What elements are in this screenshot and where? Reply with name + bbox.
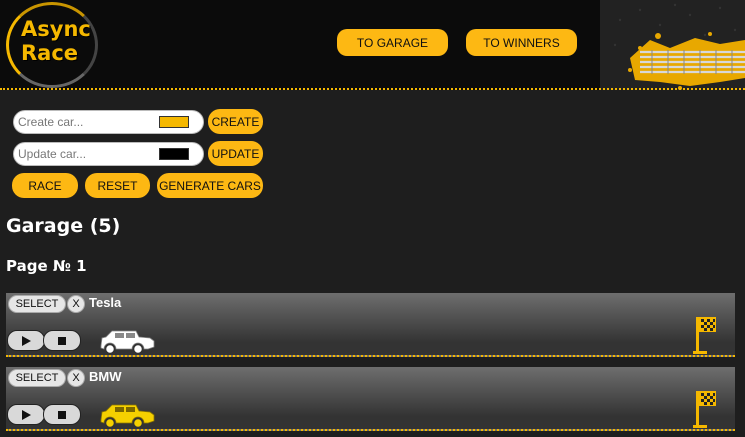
garage-title: Garage (5) bbox=[6, 215, 121, 237]
car-track: SELECT X Tesla bbox=[6, 293, 735, 357]
page-number: Page № 1 bbox=[6, 257, 87, 275]
logo[interactable]: Async Race bbox=[6, 2, 98, 88]
create-car-input[interactable]: Create car... bbox=[13, 110, 204, 134]
update-car-placeholder: Update car... bbox=[18, 147, 87, 161]
remove-car-button[interactable]: X bbox=[67, 295, 85, 313]
start-engine-button[interactable] bbox=[7, 330, 45, 351]
play-icon bbox=[22, 335, 31, 346]
reset-button[interactable]: RESET bbox=[85, 173, 150, 198]
remove-car-button[interactable]: X bbox=[67, 369, 85, 387]
header: Async Race TO GARAGE TO WINNERS bbox=[0, 0, 745, 90]
car-icon[interactable] bbox=[98, 329, 156, 355]
header-divider bbox=[0, 88, 745, 90]
stop-engine-button[interactable] bbox=[43, 404, 81, 425]
car-name: BMW bbox=[89, 369, 122, 384]
car-icon[interactable] bbox=[98, 403, 156, 429]
stop-icon bbox=[58, 410, 66, 419]
stop-engine-button[interactable] bbox=[43, 330, 81, 351]
finish-flag-icon bbox=[693, 317, 716, 354]
stop-icon bbox=[58, 336, 66, 345]
logo-line-2: Race bbox=[21, 41, 79, 65]
update-color-picker[interactable] bbox=[159, 148, 189, 160]
create-car-placeholder: Create car... bbox=[18, 115, 84, 129]
select-car-button[interactable]: SELECT bbox=[8, 369, 66, 387]
tire-tread-decoration bbox=[600, 0, 745, 90]
update-button[interactable]: UPDATE bbox=[208, 141, 263, 166]
finish-flag-icon bbox=[693, 391, 716, 428]
play-icon bbox=[22, 409, 31, 420]
car-name: Tesla bbox=[89, 295, 122, 310]
race-button[interactable]: RACE bbox=[12, 173, 78, 198]
start-engine-button[interactable] bbox=[7, 404, 45, 425]
logo-text: Async Race bbox=[21, 17, 91, 65]
create-button[interactable]: CREATE bbox=[208, 109, 263, 134]
update-car-input[interactable]: Update car... bbox=[13, 142, 204, 166]
to-garage-button[interactable]: TO GARAGE bbox=[337, 29, 448, 56]
to-winners-button[interactable]: TO WINNERS bbox=[466, 29, 577, 56]
logo-line-1: Async bbox=[21, 17, 91, 41]
select-car-button[interactable]: SELECT bbox=[8, 295, 66, 313]
generate-cars-button[interactable]: GENERATE CARS bbox=[157, 173, 263, 198]
create-color-picker[interactable] bbox=[159, 116, 189, 128]
car-track: SELECT X BMW bbox=[6, 367, 735, 431]
